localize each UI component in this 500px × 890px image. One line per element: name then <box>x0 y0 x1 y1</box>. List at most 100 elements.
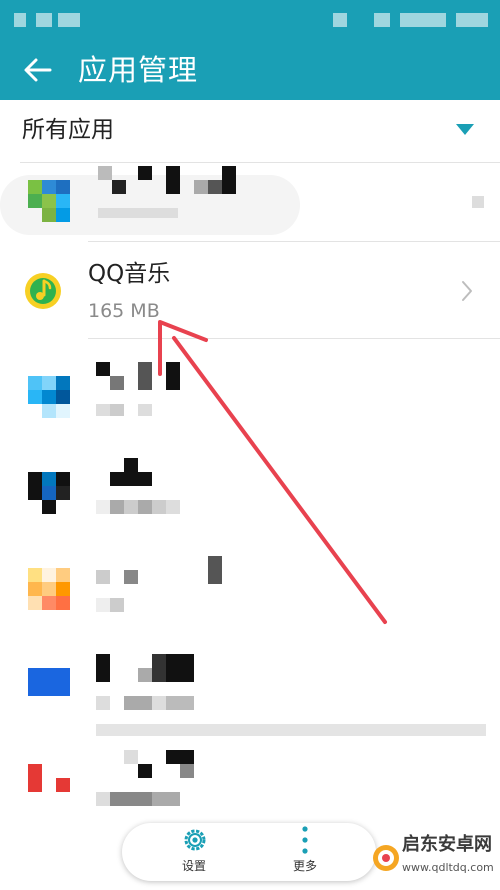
app-icon-blurred <box>42 208 56 222</box>
app-icon-blurred <box>28 194 42 208</box>
app-icon-blurred <box>42 500 56 514</box>
app-icon-blurred <box>42 404 56 418</box>
app-icon-blurred <box>28 582 42 596</box>
text-blurred <box>180 764 194 778</box>
text-blurred <box>166 362 180 390</box>
app-icon-blurred <box>28 376 42 390</box>
app-filter-dropdown[interactable]: 所有应用 <box>0 100 500 162</box>
app-list-item-blurred[interactable] <box>0 738 500 820</box>
text-blurred <box>112 180 126 194</box>
app-icon-blurred <box>56 486 70 500</box>
app-icon-blurred <box>42 568 56 582</box>
app-icon-blurred <box>56 596 70 610</box>
status-icon-blurred <box>14 13 26 27</box>
app-list-item-blurred[interactable] <box>0 339 500 434</box>
text-blurred <box>152 696 166 710</box>
app-icon-blurred <box>42 194 56 208</box>
text-blurred <box>96 404 110 416</box>
text-blurred <box>166 500 180 514</box>
app-icon-blurred <box>42 390 56 404</box>
app-icon-blurred <box>56 180 70 194</box>
app-icon-blurred <box>28 596 42 610</box>
status-bar <box>0 0 500 40</box>
gear-icon <box>184 829 206 851</box>
text-blurred <box>138 500 152 514</box>
bottom-action-bar: 设置 更多 <box>122 823 376 881</box>
app-icon-blurred <box>56 568 70 582</box>
app-icon-blurred <box>56 472 70 486</box>
app-icon-blurred <box>56 778 70 792</box>
app-icon-blurred <box>56 208 70 222</box>
more-label: 更多 <box>292 859 317 873</box>
app-icon-blurred <box>28 668 70 696</box>
app-icon-blurred <box>56 194 70 208</box>
page-title: 应用管理 <box>78 53 199 87</box>
app-list-item-blurred[interactable] <box>0 633 500 733</box>
app-name: QQ音乐 <box>88 261 171 287</box>
app-icon-blurred <box>28 568 42 582</box>
status-icon-blurred <box>374 13 390 27</box>
text-blurred <box>124 458 138 472</box>
text-blurred <box>166 696 194 710</box>
chevron-right-icon <box>462 281 472 301</box>
app-list-item-blurred[interactable] <box>0 435 500 535</box>
status-icon-blurred <box>58 13 80 27</box>
app-icon-blurred <box>42 582 56 596</box>
text-blurred <box>222 166 236 194</box>
status-icon-blurred <box>400 13 446 27</box>
text-blurred <box>152 654 166 682</box>
app-icon-blurred <box>28 180 42 194</box>
text-blurred <box>96 362 110 376</box>
text-blurred <box>138 668 152 682</box>
status-icon-blurred <box>333 13 347 27</box>
text-blurred <box>96 654 110 682</box>
app-icon-blurred <box>28 764 42 792</box>
text-blurred <box>208 556 222 584</box>
more-button[interactable]: 更多 <box>265 823 345 881</box>
text-blurred <box>208 180 222 194</box>
text-blurred <box>152 792 180 806</box>
text-blurred <box>110 598 124 612</box>
text-blurred <box>110 376 124 390</box>
text-blurred <box>166 654 194 682</box>
app-icon-blurred <box>56 390 70 404</box>
status-icon-blurred <box>36 13 52 27</box>
text-blurred <box>124 696 152 710</box>
text-blurred <box>194 180 208 194</box>
settings-button[interactable]: 设置 <box>154 823 234 881</box>
text-blurred <box>96 792 110 806</box>
text-blurred <box>96 570 110 584</box>
app-icon-blurred <box>28 390 42 404</box>
qq-music-app-icon <box>25 273 61 309</box>
app-icon-blurred <box>28 486 42 500</box>
app-list-item-blurred[interactable] <box>0 536 500 632</box>
app-icon-blurred <box>42 472 56 486</box>
watermark-text: 启东安卓网 <box>402 834 492 855</box>
app-size: 165 MB <box>88 300 160 322</box>
app-list-item-blurred[interactable] <box>0 163 500 241</box>
app-icon-blurred <box>42 486 56 500</box>
text-blurred <box>124 750 138 764</box>
text-blurred <box>96 598 110 612</box>
text-blurred <box>138 166 152 180</box>
app-icon-blurred <box>42 376 56 390</box>
text-blurred <box>138 764 152 778</box>
text-blurred <box>166 166 180 194</box>
text-blurred <box>138 362 152 390</box>
filter-label: 所有应用 <box>22 117 114 143</box>
text-blurred <box>124 570 138 584</box>
text-blurred <box>98 208 178 218</box>
text-blurred <box>152 500 166 514</box>
text-blurred <box>124 500 138 514</box>
text-blurred <box>96 696 110 710</box>
text-blurred <box>110 404 124 416</box>
text-blurred <box>138 404 152 416</box>
status-icon-blurred <box>456 13 488 27</box>
back-arrow-icon[interactable] <box>20 52 56 88</box>
dropdown-triangle-icon[interactable] <box>456 124 474 136</box>
more-vertical-icon <box>302 826 308 854</box>
app-icon-blurred <box>42 180 56 194</box>
text-blurred <box>98 166 112 180</box>
app-icon-blurred <box>56 376 70 390</box>
app-list-item-qq-music[interactable] <box>0 242 500 338</box>
